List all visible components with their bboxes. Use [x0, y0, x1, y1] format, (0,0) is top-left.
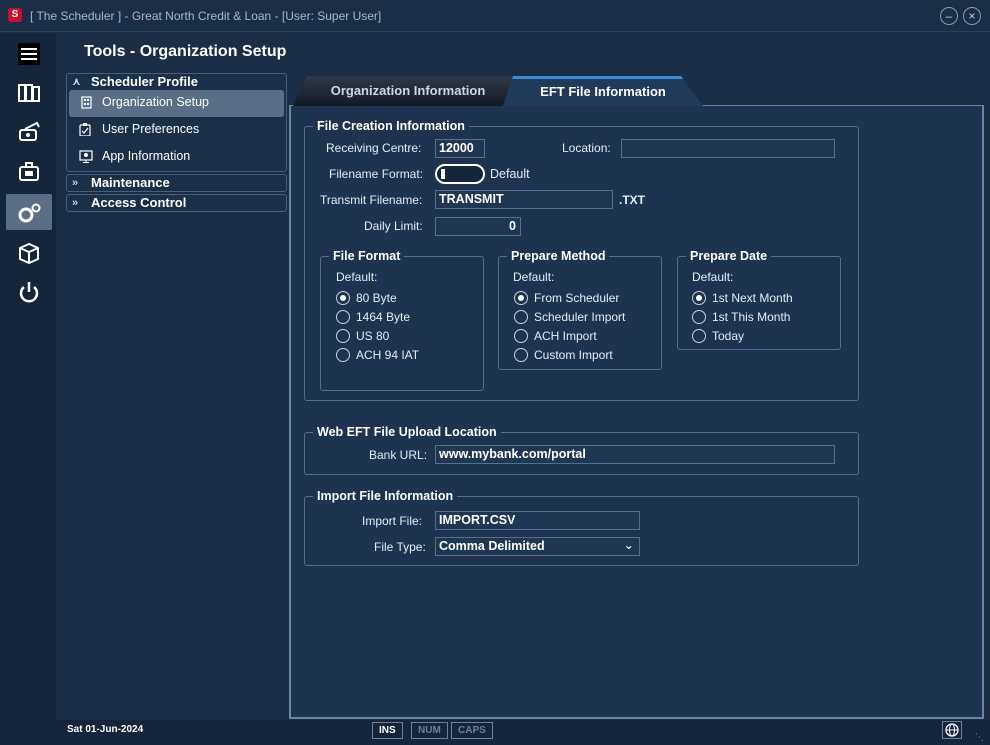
chevron-right-icon: » [72, 177, 79, 189]
radio-today[interactable]: Today [692, 328, 744, 344]
file-creation-legend: File Creation Information [317, 119, 465, 133]
tab-bar: Organization Information EFT File Inform… [289, 73, 984, 106]
page-title: Tools - Organization Setup [84, 43, 287, 60]
gear-icon[interactable] [6, 194, 52, 230]
nav-item-organization-setup[interactable]: Organization Setup [69, 90, 284, 117]
building-icon [81, 96, 92, 109]
radio-1464-byte[interactable]: 1464 Byte [336, 309, 410, 325]
chevron-down-icon: ⋏ [72, 76, 81, 88]
num-indicator: NUM [411, 722, 448, 739]
radio-us-80[interactable]: US 80 [336, 328, 389, 344]
payment-icon[interactable] [6, 113, 52, 149]
tab-container: Organization Information EFT File Inform… [289, 73, 984, 719]
globe-icon[interactable] [942, 721, 962, 739]
web-eft-legend: Web EFT File Upload Location [317, 425, 497, 439]
daily-limit-label: Daily Limit: [364, 219, 423, 233]
nav-head-label: Scheduler Profile [91, 74, 198, 89]
location-input[interactable] [621, 139, 835, 158]
resize-grip-icon[interactable]: ⋱ [975, 732, 985, 742]
tab-organization-information[interactable]: Organization Information [293, 76, 523, 106]
radio-from-scheduler[interactable]: From Scheduler [514, 290, 619, 306]
file-type-label: File Type: [374, 540, 426, 554]
menu-icon[interactable] [6, 35, 52, 71]
prepare-method-default-label: Default: [513, 270, 555, 284]
ins-indicator: INS [372, 722, 403, 739]
radio-custom-import[interactable]: Custom Import [514, 347, 613, 363]
nav-group-scheduler-profile: ⋏ Scheduler Profile Organization Setup U… [66, 73, 287, 172]
receiving-centre-label: Receiving Centre: [326, 141, 422, 155]
nav-item-label: App Information [102, 149, 191, 163]
radio-ach-import[interactable]: ACH Import [514, 328, 597, 344]
nav-head-scheduler-profile[interactable]: ⋏ Scheduler Profile [67, 74, 286, 90]
nav-head-label: Access Control [91, 195, 187, 210]
nav-group-maintenance[interactable]: » Maintenance [66, 174, 287, 192]
radio-80-byte[interactable]: 80 Byte [336, 290, 397, 306]
close-button[interactable]: × [963, 7, 981, 25]
ledger-icon[interactable] [6, 74, 52, 110]
bank-url-input[interactable]: www.mybank.com/portal [435, 445, 835, 464]
prepare-method-legend: Prepare Method [511, 249, 606, 263]
receiving-centre-input[interactable]: 12000 [435, 139, 485, 158]
transmit-filename-input[interactable]: TRANSMIT [435, 190, 613, 209]
file-type-value: Comma Delimited [439, 539, 545, 553]
daily-limit-input[interactable]: 0 [435, 217, 521, 236]
file-format-legend: File Format [333, 249, 401, 263]
app-logo: S [8, 8, 22, 22]
package-icon[interactable] [6, 234, 52, 270]
tab-eft-file-information[interactable]: EFT File Information [503, 76, 703, 106]
briefcase-icon[interactable] [6, 152, 52, 188]
bank-url-label: Bank URL: [369, 448, 428, 462]
prepare-date-legend: Prepare Date [690, 249, 768, 263]
filename-format-label: Filename Format: [329, 167, 424, 181]
radio-1st-this-month[interactable]: 1st This Month [692, 309, 790, 325]
nav-item-label: User Preferences [102, 122, 200, 136]
prepare-date-default-label: Default: [692, 270, 734, 284]
title-bar: S [ The Scheduler ] - Great North Credit… [0, 0, 990, 32]
eft-tab-content: File Creation Information Receiving Cent… [289, 106, 984, 719]
import-file-label: Import File: [362, 514, 423, 528]
file-type-select[interactable]: Comma Delimited ⌄ [435, 537, 640, 556]
radio-ach-94-iat[interactable]: ACH 94 IAT [336, 347, 419, 363]
import-file-legend: Import File Information [317, 489, 454, 503]
nav-tree: ⋏ Scheduler Profile Organization Setup U… [66, 73, 287, 214]
caps-indicator: CAPS [451, 722, 493, 739]
file-format-default-label: Default: [336, 270, 378, 284]
window-title: [ The Scheduler ] - Great North Credit &… [30, 9, 382, 23]
nav-group-access-control[interactable]: » Access Control [66, 194, 287, 212]
import-file-input[interactable]: IMPORT.CSV [435, 511, 640, 530]
status-bar: Sat 01-Jun-2024 INS NUM CAPS ⋱ [0, 720, 990, 745]
location-label: Location: [562, 141, 611, 155]
clipboard-icon [79, 123, 91, 136]
chevron-down-icon: ⌄ [623, 538, 634, 552]
power-icon[interactable] [6, 273, 52, 309]
icon-sidebar [0, 33, 56, 720]
filename-format-toggle[interactable] [435, 164, 485, 184]
filename-format-toggle-label: Default [490, 167, 530, 181]
monitor-icon [79, 150, 93, 163]
nav-head-maintenance[interactable]: » Maintenance [67, 175, 286, 191]
nav-item-user-preferences[interactable]: User Preferences [67, 117, 286, 144]
chevron-right-icon: » [72, 197, 79, 209]
minimize-button[interactable]: – [940, 7, 958, 25]
radio-scheduler-import[interactable]: Scheduler Import [514, 309, 625, 325]
transmit-ext-label: .TXT [619, 193, 645, 207]
nav-item-label: Organization Setup [102, 95, 210, 109]
transmit-filename-label: Transmit Filename: [320, 193, 423, 207]
status-date: Sat 01-Jun-2024 [67, 724, 144, 735]
toggle-knob [441, 169, 445, 179]
nav-head-label: Maintenance [91, 175, 170, 190]
nav-head-access-control[interactable]: » Access Control [67, 195, 286, 211]
radio-1st-next-month[interactable]: 1st Next Month [692, 290, 793, 306]
nav-item-app-information[interactable]: App Information [67, 144, 286, 171]
